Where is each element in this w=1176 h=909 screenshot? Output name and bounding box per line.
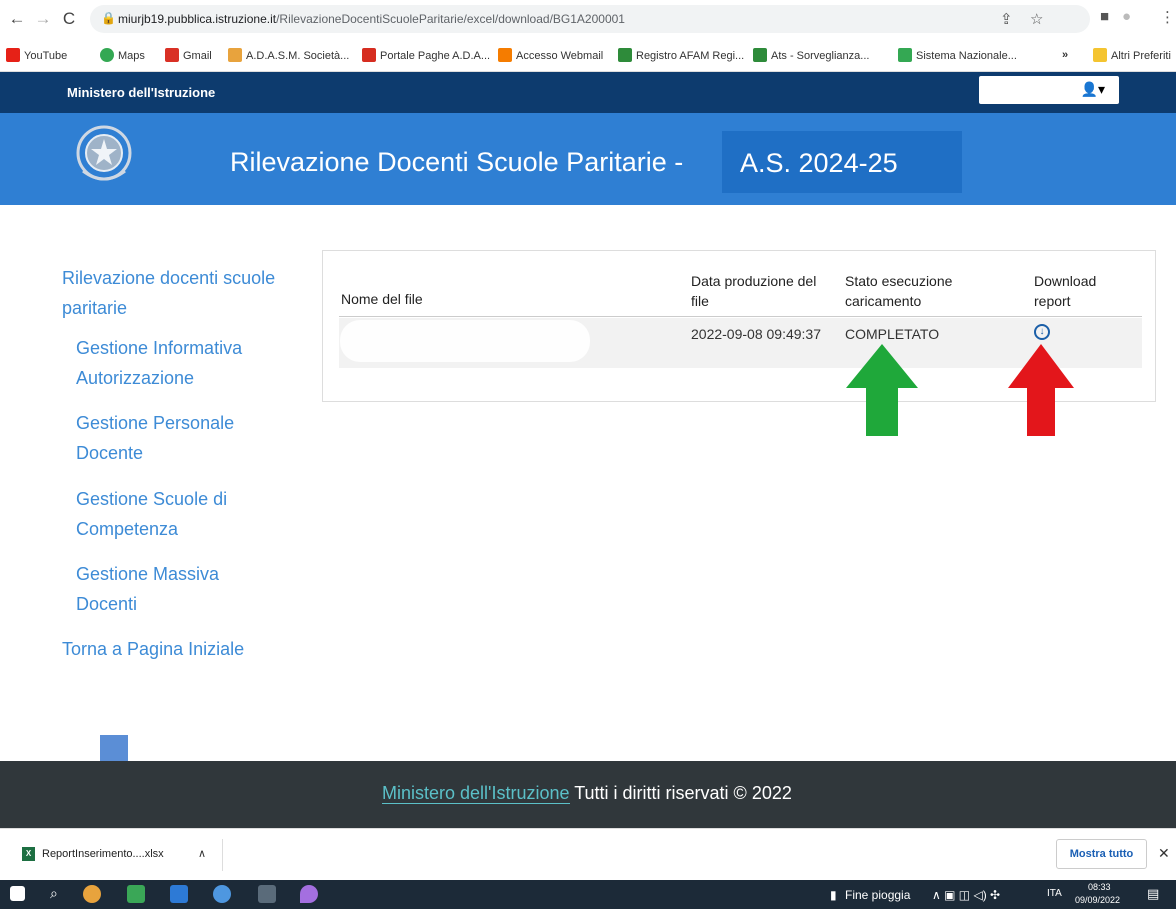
republic-emblem-icon <box>76 125 132 181</box>
browser-toolbar: ← → C 🔒 miurjb19.pubblica.istruzione.it/… <box>0 0 1176 38</box>
sidebar-item-rilevazione[interactable]: Rilevazione docenti scuole paritarie <box>62 263 302 323</box>
youtube-icon <box>6 48 20 62</box>
address-bar[interactable]: 🔒 miurjb19.pubblica.istruzione.it/Rileva… <box>90 5 1090 33</box>
profile-icon[interactable]: ● <box>1122 8 1131 25</box>
sidebar-item-scuole[interactable]: Gestione Scuole di Competenza <box>76 484 276 544</box>
afam-icon <box>618 48 632 62</box>
portale-icon <box>362 48 376 62</box>
back-icon[interactable]: ← <box>6 8 28 30</box>
more-bookmarks[interactable]: » <box>1062 48 1068 64</box>
page-title: Rilevazione Docenti Scuole Paritarie - <box>230 147 684 177</box>
tab-icon[interactable]: ■ <box>1100 8 1109 25</box>
bookmark-webmail[interactable]: Accesso Webmail <box>498 48 603 64</box>
show-all-button[interactable]: Mostra tutto <box>1056 839 1147 869</box>
app2-icon[interactable] <box>213 885 231 903</box>
user-icon: 👤▾ <box>1080 81 1105 97</box>
lock-icon: 🔒 <box>101 11 116 25</box>
maps-icon <box>100 48 114 62</box>
folder-icon <box>1093 48 1107 62</box>
chrome-icon[interactable] <box>83 885 101 903</box>
bookmark-maps[interactable]: Maps <box>100 48 145 64</box>
webmail-icon <box>498 48 512 62</box>
app-icon[interactable] <box>127 885 145 903</box>
status-cell: COMPLETATO <box>845 326 940 342</box>
ats-icon <box>753 48 767 62</box>
column-header-date: Data produzione del file <box>691 273 817 309</box>
user-menu[interactable]: 👤▾ <box>979 76 1119 104</box>
search-icon[interactable]: ⌕ <box>50 885 58 902</box>
notification-icon[interactable]: ▤ <box>1147 886 1159 902</box>
ministry-title: Ministero dell'Istruzione <box>67 85 216 100</box>
app3-icon[interactable] <box>300 885 318 903</box>
windows-taskbar: ⌕ ▮ Fine pioggia ∧ ▣ ◫ ◁) ✣ ITA 08:33 09… <box>0 880 1176 909</box>
bookmark-gmail[interactable]: Gmail <box>165 48 212 64</box>
bookmark-portale-paghe[interactable]: Portale Paghe A.D.A... <box>362 48 490 64</box>
column-header-status: Stato esecuzione caricamento <box>845 273 953 309</box>
date-cell: 2022-09-08 09:49:37 <box>691 326 821 342</box>
bookmark-youtube[interactable]: YouTube <box>6 48 67 64</box>
downloaded-file-name: ReportInserimento....xlsx <box>42 848 164 860</box>
weather-icon: ▮ <box>830 888 837 902</box>
column-header-download: Download report <box>1034 273 1097 309</box>
header-divider <box>339 316 1142 317</box>
star-icon[interactable]: ☆ <box>1030 10 1043 28</box>
clock-time[interactable]: 08:33 <box>1088 882 1111 892</box>
footer-text: Ministero dell'Istruzione Tutti i diritt… <box>382 783 792 804</box>
clock-date[interactable]: 09/09/2022 <box>1075 895 1120 905</box>
footer-ministry-link[interactable]: Ministero dell'Istruzione <box>382 783 570 804</box>
sidebar-item-massiva[interactable]: Gestione Massiva Docenti <box>76 559 276 619</box>
start-icon[interactable] <box>10 886 25 901</box>
chrome-active-icon[interactable] <box>258 885 276 903</box>
explorer-icon[interactable] <box>170 885 188 903</box>
bookmark-ats[interactable]: Ats - Sorveglianza... <box>753 48 869 64</box>
sidebar-item-informativa[interactable]: Gestione Informativa Autorizzazione <box>76 333 296 393</box>
reload-icon[interactable]: C <box>58 8 80 30</box>
bookmark-afam[interactable]: Registro AFAM Regi... <box>618 48 744 64</box>
page-footer: Ministero dell'Istruzione Tutti i diritt… <box>0 761 1176 828</box>
tray-icons[interactable]: ∧ ▣ ◫ ◁) ✣ <box>932 888 1000 902</box>
weather-text[interactable]: Fine pioggia <box>845 888 910 902</box>
bookmarks-bar: YouTube Maps Gmail A.D.A.S.M. Società...… <box>0 38 1176 72</box>
chevron-up-icon[interactable]: ∧ <box>198 847 206 860</box>
adasm-icon <box>228 48 242 62</box>
url-text: miurjb19.pubblica.istruzione.it/Rilevazi… <box>118 12 625 26</box>
download-bar: X ReportInserimento....xlsx ∧ Mostra tut… <box>0 828 1176 880</box>
close-icon[interactable]: ✕ <box>1158 845 1170 862</box>
menu-icon[interactable]: ⋮ <box>1160 8 1175 26</box>
language-indicator[interactable]: ITA <box>1047 888 1062 899</box>
file-name-cell <box>340 320 590 362</box>
bookmark-adasm[interactable]: A.D.A.S.M. Società... <box>228 48 349 64</box>
forward-icon[interactable]: → <box>32 8 54 30</box>
downloaded-file[interactable]: X ReportInserimento....xlsx ∧ <box>18 839 223 871</box>
excel-icon: X <box>22 847 35 861</box>
gmail-icon <box>165 48 179 62</box>
share-icon[interactable]: ⇪ <box>1000 10 1013 28</box>
bookmark-other-favorites[interactable]: Altri Preferiti <box>1093 48 1171 64</box>
bookmark-sistema[interactable]: Sistema Nazionale... <box>898 48 1017 64</box>
download-icon[interactable]: ↓ <box>1034 324 1050 340</box>
green-arrow-annotation <box>846 344 918 436</box>
sidebar-item-personale[interactable]: Gestione Personale Docente <box>76 408 276 468</box>
column-header-name: Nome del file <box>341 291 423 307</box>
school-year-badge: A.S. 2024-25 <box>722 131 962 193</box>
sidebar-item-home[interactable]: Torna a Pagina Iniziale <box>62 634 302 664</box>
sistema-icon <box>898 48 912 62</box>
red-arrow-annotation <box>1008 344 1074 436</box>
